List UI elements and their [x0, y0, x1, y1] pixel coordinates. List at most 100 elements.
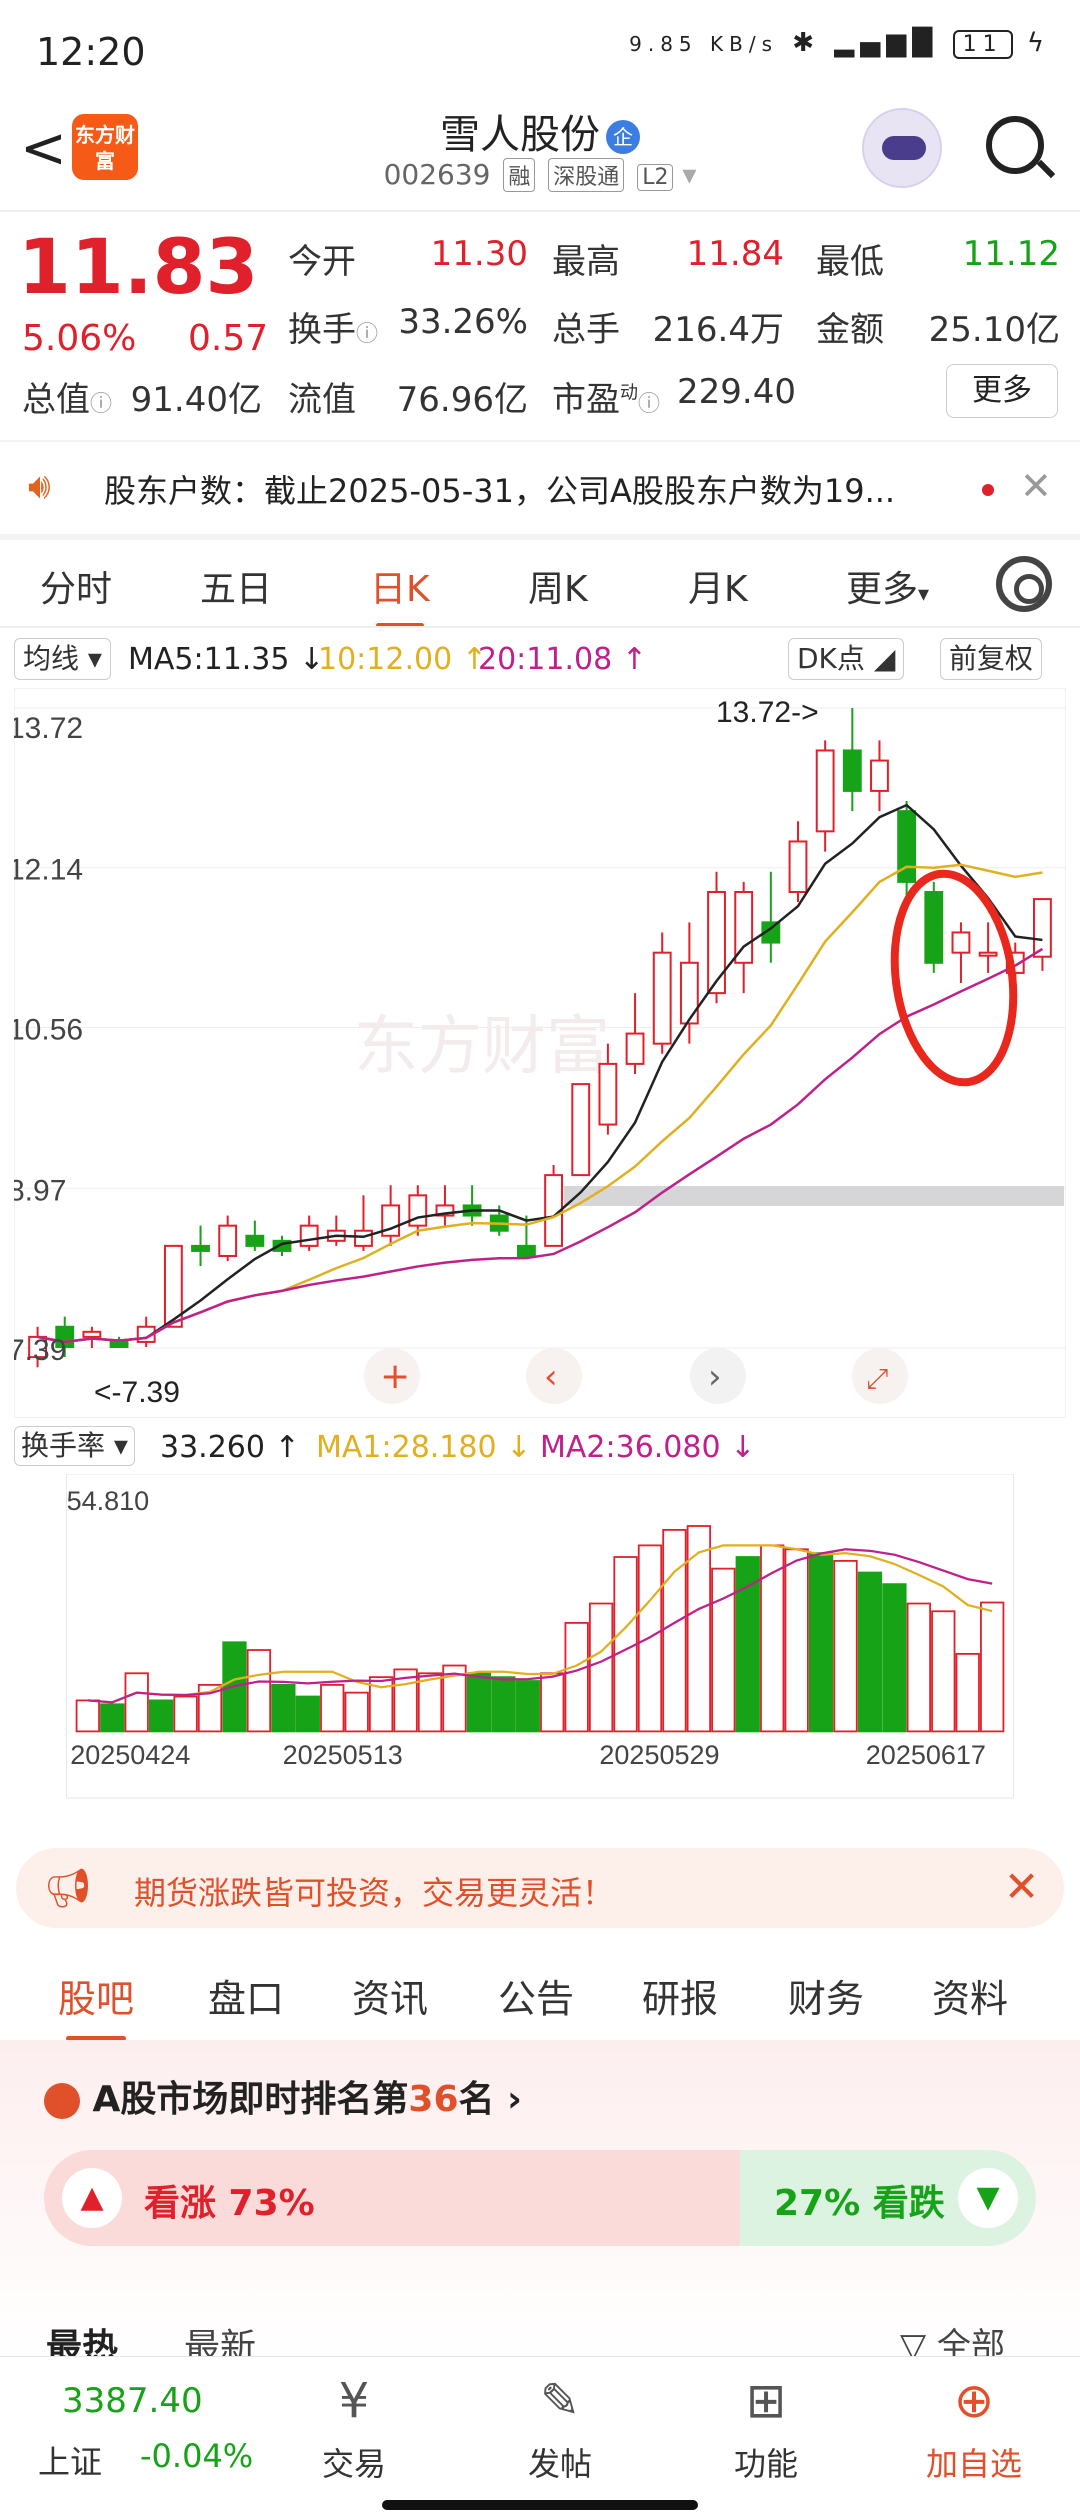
tab-daily-k[interactable]: 日K [370, 560, 430, 628]
pe-sup: 动 [620, 382, 638, 404]
bearish-vote[interactable]: 27% 看跌 ▼ [740, 2150, 1036, 2246]
info-icon[interactable]: ⓘ [356, 322, 378, 347]
nav-post[interactable]: ✎ 发帖 [490, 2369, 630, 2485]
close-icon[interactable]: ✕ [1004, 1862, 1039, 1911]
settings-gear-icon[interactable] [996, 556, 1052, 612]
info-icon[interactable]: ⓘ [90, 392, 112, 417]
turnover-ymax: 54.810 [67, 1486, 150, 1516]
candle-body [924, 891, 944, 964]
turnover-bar [808, 1552, 834, 1733]
search-icon[interactable] [986, 116, 1044, 174]
adjust-select[interactable]: 前复权 [940, 638, 1043, 680]
stock-code: 002639 [383, 158, 491, 191]
index-value[interactable]: 3387.40 [62, 2381, 203, 2421]
turnover-bar [271, 1683, 296, 1733]
charging-icon: ϟ [1026, 28, 1050, 58]
nav-add-watchlist[interactable]: ⊕ 加自选 [904, 2369, 1044, 2485]
divider [0, 626, 1080, 628]
tab-announcements[interactable]: 公告 [498, 1968, 574, 2023]
battery-level: 11 [962, 32, 1003, 57]
candle-body [218, 1224, 238, 1257]
open-label: 今开 [288, 242, 356, 282]
ma-bar: 均线 ▾ MA5:11.35 ↓ 10:12.00 ↑ 20:11.08 ↑ D… [0, 630, 1080, 686]
mcap-value: 91.40亿 [130, 380, 262, 420]
tab-five-day[interactable]: 五日 [200, 560, 272, 612]
chart-icon [44, 2083, 80, 2119]
status-bar: 12:20 9.85 KB/s ✱ ▂▄▆█ 11 ϟ [0, 0, 1080, 100]
rank-number: 36 [408, 2079, 459, 2120]
margin-tag: 融 [503, 158, 536, 192]
chevron-down-icon[interactable]: ▾ [682, 158, 696, 191]
tab-news[interactable]: 资讯 [352, 1968, 428, 2023]
futures-promo-banner[interactable]: 📢︎ 期货涨跌皆可投资，交易更灵活！ ✕ [16, 1848, 1064, 1928]
bullish-text: 看涨 73% [144, 2183, 315, 2224]
index-name[interactable]: 上证 [38, 2437, 102, 2483]
ma-select-label: 均线 [23, 642, 80, 675]
y-tick-label: 7.39 [14, 1334, 66, 1367]
y-tick-label: 12.14 [14, 854, 83, 887]
turnover-ma1: MA1:28.180 ↓ [316, 1430, 532, 1465]
battery-icon: 11 [952, 30, 1013, 59]
indicator-select[interactable]: 换手率 ▾ [14, 1426, 135, 1466]
market-rank[interactable]: A股市场即时排名第36名 › [44, 2070, 522, 2122]
turnover-bar [882, 1583, 907, 1733]
turnover-bar [100, 1703, 125, 1733]
turnover-ma2: MA2:36.080 ↓ [540, 1430, 756, 1465]
candle-body [517, 1244, 536, 1257]
yen-icon: ¥ [338, 2373, 370, 2429]
tab-profile[interactable]: 资料 [932, 1968, 1008, 2023]
indicator-select-label: 换手率 [21, 1429, 106, 1462]
notice-bar[interactable]: 🔊︎ 股东户数：截止2025-05-31，公司A股股东户数为19... ✕ [0, 442, 1080, 534]
float-value: 76.96亿 [396, 380, 528, 420]
bottom-nav: 3387.40 上证 -0.04% ¥ 交易 ✎ 发帖 ⊞ 功能 ⊕ 加自选 [0, 2356, 1080, 2520]
candle-body [788, 840, 808, 894]
level2-tag: L2 [637, 164, 674, 191]
tab-weekly-k[interactable]: 周K [528, 560, 588, 612]
more-button[interactable]: 更多 [946, 364, 1058, 418]
chevron-right-glyph: › [708, 1357, 722, 1397]
tab-guba[interactable]: 股吧 [58, 1968, 134, 2041]
turnover-chart[interactable]: 54.810 20250424 20250513 20250529 202506… [14, 1474, 1066, 1834]
turnover-bar [955, 1652, 980, 1733]
tab-orderbook[interactable]: 盘口 [208, 1968, 284, 2023]
tab-intraday[interactable]: 分时 [40, 560, 112, 612]
dk-point-select[interactable]: DK点 ◢ [788, 638, 905, 680]
index-change[interactable]: -0.04% [140, 2437, 253, 2475]
tab-research[interactable]: 研报 [642, 1968, 718, 2023]
date-label: 20250529 [599, 1740, 719, 1770]
candle-body [354, 1229, 373, 1247]
tab-financials[interactable]: 财务 [788, 1968, 864, 2023]
nav-functions[interactable]: ⊞ 功能 [696, 2369, 836, 2485]
promo-text[interactable]: 期货涨跌皆可投资，交易更灵活！ [134, 1868, 614, 1914]
nav-label: 加自选 [925, 2445, 1022, 2483]
nav-trade[interactable]: ¥ 交易 [284, 2369, 424, 2485]
info-icon[interactable]: ⓘ [638, 392, 660, 417]
low-value: 11.12 [962, 234, 1060, 274]
notice-text[interactable]: 股东户数：截止2025-05-31，公司A股股东户数为19... [104, 466, 895, 512]
turnover-row: 换手ⓘ 33.26% [288, 302, 528, 351]
close-icon[interactable]: ✕ [1020, 464, 1052, 508]
low-row: 最低 11.12 [816, 234, 1060, 283]
robot-avatar-icon[interactable] [862, 108, 942, 188]
tab-more[interactable]: 更多▾ [846, 560, 929, 612]
enterprise-badge-icon: 企 [606, 120, 640, 154]
turnover-bar [613, 1556, 638, 1733]
candle-body [245, 1234, 265, 1247]
tab-monthly-k[interactable]: 月K [688, 560, 748, 612]
turnover-bar [784, 1548, 809, 1733]
mcap-row: 总值ⓘ 91.40亿 [22, 372, 262, 421]
date-label: 20250617 [866, 1740, 986, 1770]
high-row: 最高 11.84 [552, 234, 784, 283]
ma-select[interactable]: 均线 ▾ [14, 638, 111, 680]
candle-body [870, 759, 889, 792]
min-marker: <-7.39 [94, 1376, 180, 1409]
turnover-bar: 换手率 ▾ 33.260 ↑ MA1:28.180 ↓ MA2:36.080 ↓ [0, 1424, 1080, 1474]
bullish-vote[interactable]: ▲ 看涨 73% [44, 2150, 760, 2246]
ma10-value: 10:12.00 ↑ [318, 642, 487, 677]
turnover-bar [662, 1528, 687, 1733]
float-label: 流值 [288, 380, 356, 420]
kline-chart[interactable]: 东方财富 13.72 12.14 10.56 8.97 7.39 13.72-> <-7… [14, 688, 1066, 1418]
plus-glyph: + [380, 1356, 410, 1397]
plus-icon: ⊕ [953, 2373, 995, 2429]
turnover-bar [833, 1559, 858, 1733]
